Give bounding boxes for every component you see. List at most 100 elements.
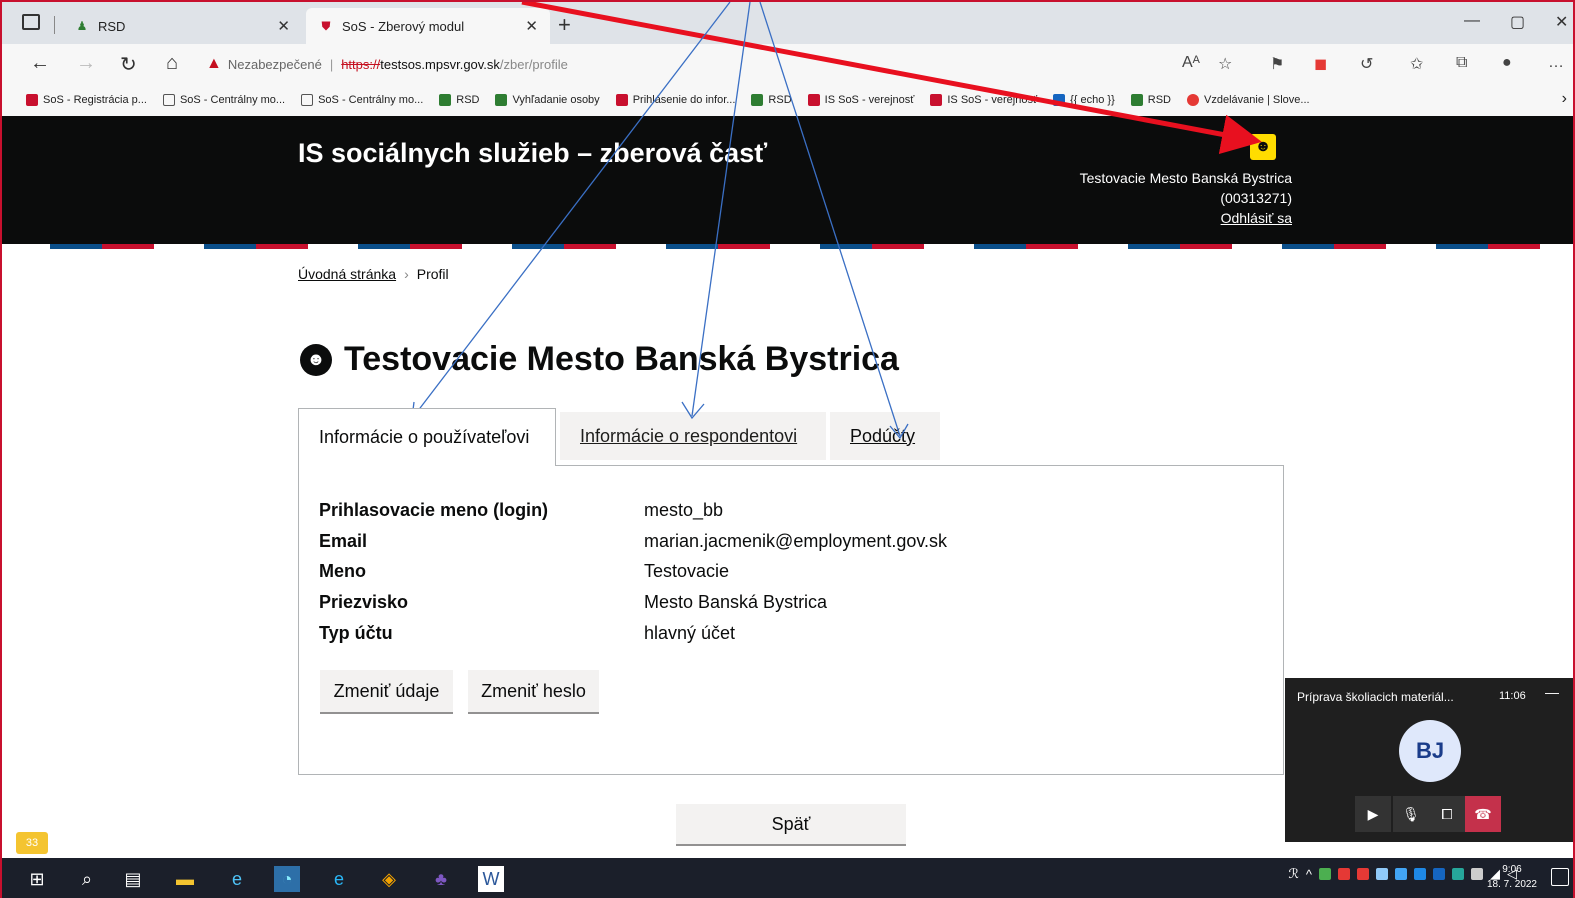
user-name: Testovacie Mesto Banská Bystrica bbox=[1079, 170, 1292, 186]
tray-app-icon[interactable] bbox=[1433, 868, 1445, 880]
search-icon[interactable]: ⌕ bbox=[74, 866, 100, 892]
shield-icon bbox=[615, 94, 628, 106]
field-value: hlavný účet bbox=[644, 623, 736, 643]
change-password-button[interactable]: Zmeniť heslo bbox=[468, 670, 599, 712]
people-icon[interactable]: ℛ bbox=[1289, 866, 1299, 882]
clock-date: 18. 7. 2022 bbox=[1486, 879, 1537, 890]
security-label: Nezabezpečené bbox=[227, 56, 322, 72]
tray-app-icon[interactable] bbox=[1452, 868, 1464, 880]
address-bar[interactable]: ▲ Nezabezpečené | https:// testsos.mpsvr… bbox=[206, 50, 1166, 78]
tab-subaccounts[interactable]: Podúčty bbox=[830, 412, 940, 460]
home-icon[interactable]: ⌂ bbox=[166, 52, 178, 75]
outlook-icon[interactable]: ◈ bbox=[376, 866, 402, 892]
minimize-icon[interactable]: — bbox=[1545, 684, 1559, 700]
minimize-icon[interactable]: — bbox=[1464, 12, 1480, 30]
bookmark-item[interactable]: {{ echo }} bbox=[1053, 94, 1115, 106]
field-label: Meno bbox=[319, 561, 366, 581]
page-icon bbox=[301, 94, 314, 106]
extension-red-icon[interactable]: ◼ bbox=[1314, 54, 1327, 74]
bookmark-item[interactable]: IS SoS - verejnosť bbox=[807, 94, 914, 106]
restore-icon[interactable]: ▢ bbox=[1510, 12, 1525, 32]
favorites-icon[interactable]: ✩ bbox=[1410, 54, 1423, 74]
tab-respondent-info[interactable]: Informácie o respondentovi bbox=[560, 412, 826, 460]
close-window-icon[interactable]: ✕ bbox=[1555, 12, 1568, 32]
bookmark-item[interactable]: RSD bbox=[1130, 94, 1171, 106]
task-view-icon[interactable]: ▤ bbox=[120, 866, 146, 892]
field-label: Priezvisko bbox=[319, 592, 409, 612]
read-aloud-icon[interactable]: Aᴬ bbox=[1182, 54, 1200, 72]
bookmark-item[interactable]: SoS - Centrálny mo... bbox=[301, 94, 423, 106]
divider bbox=[54, 16, 55, 34]
back-arrow-icon[interactable]: ← bbox=[30, 52, 50, 75]
notifications-icon[interactable] bbox=[1551, 868, 1569, 886]
chevron-right-icon[interactable]: › bbox=[1562, 90, 1567, 108]
hang-up-icon[interactable]: ☎ bbox=[1465, 796, 1501, 832]
chevron-up-icon[interactable]: ^ bbox=[1306, 867, 1312, 882]
forward-arrow-icon[interactable]: → bbox=[76, 52, 96, 75]
bookmark-item[interactable]: Prihlásenie do infor... bbox=[615, 94, 735, 106]
windows-start-icon[interactable]: ⊞ bbox=[24, 866, 50, 892]
bookmark-item[interactable]: SoS - Registrácia p... bbox=[26, 94, 147, 106]
tray-app-icon[interactable] bbox=[1338, 868, 1350, 880]
close-icon[interactable]: ✕ bbox=[525, 17, 538, 35]
tray-app-icon[interactable] bbox=[1414, 868, 1426, 880]
shield-icon bbox=[807, 94, 820, 106]
battery-icon[interactable] bbox=[1471, 868, 1483, 880]
internet-explorer-icon[interactable]: e bbox=[224, 866, 250, 892]
bookmark-item[interactable]: Vzdelávanie | Slove... bbox=[1187, 94, 1310, 106]
favorite-add-icon[interactable]: ☆ bbox=[1218, 54, 1232, 74]
breadcrumb: Úvodná stránka › Profil bbox=[298, 266, 449, 282]
camera-icon[interactable]: ▶ bbox=[1355, 796, 1391, 832]
new-tab-icon[interactable]: + bbox=[558, 12, 571, 38]
back-button[interactable]: Späť bbox=[676, 804, 906, 844]
extension-icon[interactable]: ⚑ bbox=[1270, 54, 1284, 74]
tray-app-icon[interactable] bbox=[1395, 868, 1407, 880]
user-circle-icon: ☻ bbox=[300, 343, 332, 376]
field-label: Email bbox=[319, 531, 368, 551]
bookmark-item[interactable]: Vyhľadanie osoby bbox=[495, 94, 600, 106]
tray-app-icon[interactable] bbox=[1357, 868, 1369, 880]
microphone-icon[interactable]: 🎙 bbox=[1393, 796, 1429, 832]
close-icon[interactable]: ✕ bbox=[277, 17, 290, 35]
teams-meeting-window[interactable]: Príprava školiacich materiál... 11:06 — … bbox=[1285, 678, 1573, 842]
tab-user-info[interactable]: Informácie o používateľovi bbox=[298, 408, 556, 466]
tab-title: SoS - Zberový modul bbox=[342, 18, 465, 34]
share-screen-icon[interactable]: ⧠ bbox=[1429, 796, 1465, 832]
system-tray: ℛ ^ ◢ ◁ bbox=[1289, 866, 1517, 882]
bookmark-item[interactable]: SoS - Centrálny mo... bbox=[162, 94, 285, 106]
breadcrumb-home-link[interactable]: Úvodná stránka bbox=[298, 266, 396, 282]
reload-icon[interactable]: ↻ bbox=[120, 52, 137, 77]
collections-icon[interactable]: ⧉ bbox=[1456, 54, 1467, 72]
more-menu-icon[interactable]: … bbox=[1548, 54, 1564, 72]
edge-legacy-icon[interactable]: e bbox=[326, 866, 352, 892]
bookmark-item[interactable]: RSD bbox=[439, 94, 479, 106]
url-scheme: https:// bbox=[341, 56, 381, 72]
shield-favicon-icon: ⛊ bbox=[321, 18, 331, 33]
url-path: /zber/profile bbox=[499, 56, 568, 72]
word-icon[interactable]: W bbox=[478, 866, 504, 892]
edge-icon[interactable]: ◔ bbox=[274, 866, 300, 892]
change-data-button[interactable]: Zmeniť údaje bbox=[320, 670, 453, 712]
tray-app-icon[interactable] bbox=[1319, 868, 1331, 880]
bookmarks-bar: SoS - Registrácia p... SoS - Centrálny m… bbox=[2, 84, 1573, 116]
field-value: mesto_bb bbox=[644, 500, 724, 520]
system-clock[interactable]: 9:06 18. 7. 2022 bbox=[1487, 862, 1537, 892]
site-title[interactable]: IS sociálnych služieb – zberová časť bbox=[298, 138, 767, 169]
bookmark-item[interactable]: IS SoS - verejnosť bbox=[930, 94, 1037, 106]
refresh-extension-icon[interactable]: ↺ bbox=[1360, 54, 1373, 74]
profile-avatar-icon[interactable]: ● bbox=[1502, 54, 1512, 72]
tab-actions-icon[interactable] bbox=[22, 14, 40, 30]
browser-tab-rsd[interactable]: ♟ RSD ✕ bbox=[62, 8, 302, 44]
user-icon[interactable]: ☻ bbox=[1250, 134, 1276, 160]
field-value: Testovacie bbox=[644, 561, 730, 581]
bookmark-item[interactable]: RSD bbox=[751, 94, 792, 106]
tab-panel: Prihlasovacie meno (login) mesto_bb Email… bbox=[298, 465, 1284, 775]
notification-badge[interactable]: 33 bbox=[16, 832, 48, 854]
circle-icon bbox=[1187, 94, 1199, 106]
tray-app-icon[interactable] bbox=[1376, 868, 1388, 880]
file-explorer-icon[interactable]: ▬ bbox=[172, 866, 198, 892]
browser-tab-sos[interactable]: ⛊ SoS - Zberový modul ✕ bbox=[306, 8, 550, 44]
teams-icon[interactable]: ♣ bbox=[428, 866, 454, 892]
logout-link[interactable]: Odhlásiť sa bbox=[1221, 210, 1292, 226]
tab-title: RSD bbox=[98, 18, 126, 34]
